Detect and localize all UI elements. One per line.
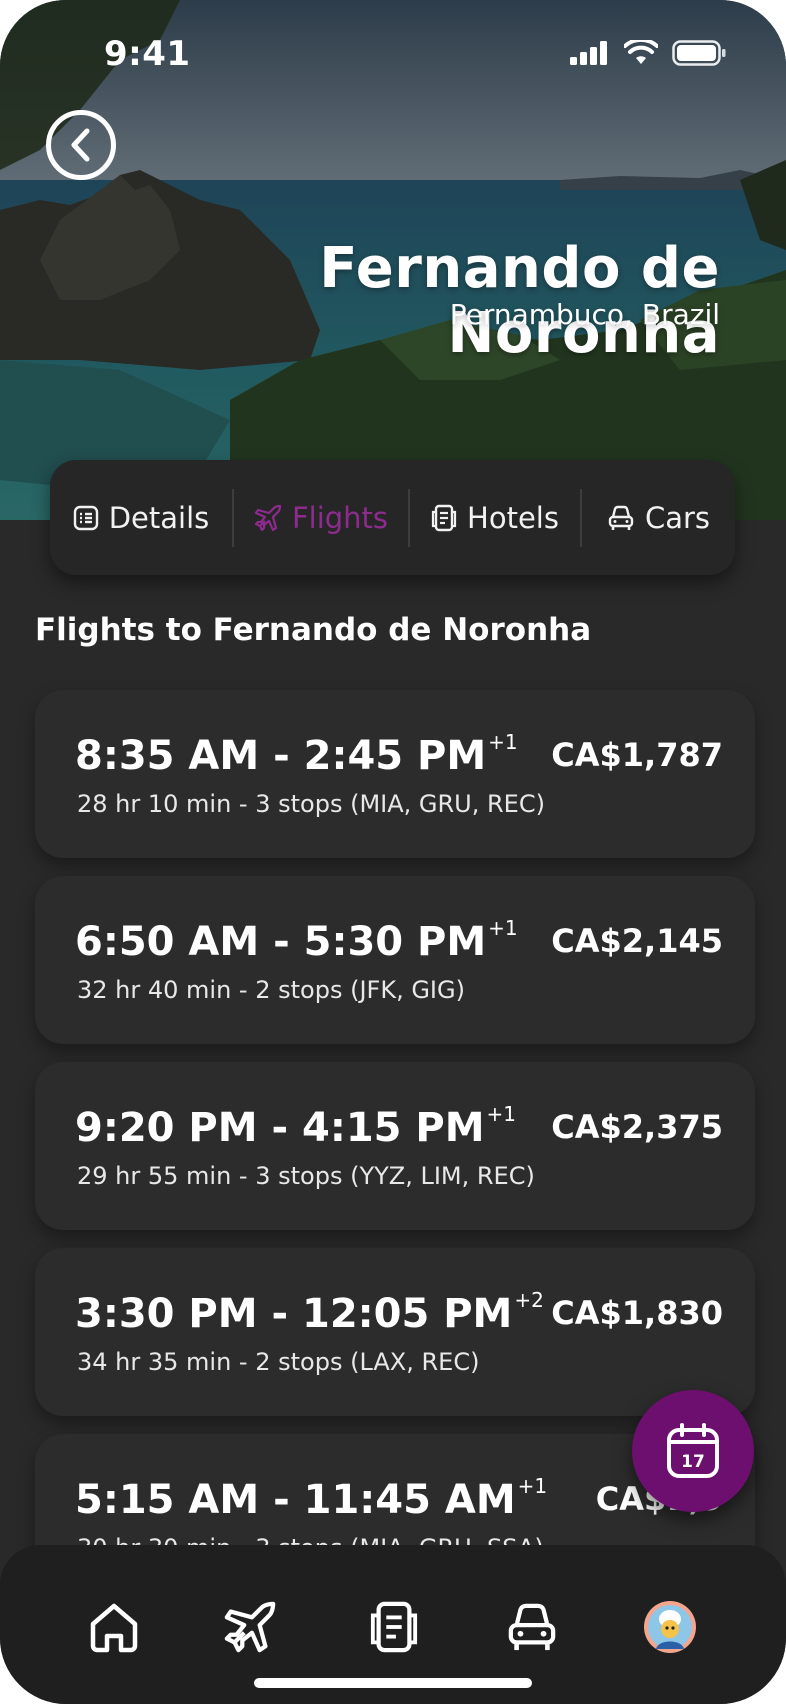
flight-times: 3:30 PM - 12:05 PM +2: [75, 1288, 544, 1337]
car-icon: [608, 505, 634, 530]
nav-flights[interactable]: [218, 1595, 282, 1659]
flight-times: 9:20 PM - 4:15 PM +1: [75, 1102, 516, 1151]
hotel-icon: [370, 1601, 418, 1653]
tab-flights-label: Flights: [291, 500, 389, 535]
category-tabs: Details Flights Hotels Cars: [50, 460, 735, 575]
day-offset: +1: [488, 916, 518, 940]
flight-price: CA$2,375: [551, 1108, 723, 1146]
day-offset: +2: [514, 1288, 544, 1312]
flight-price: CA$2,145: [551, 922, 723, 960]
flight-details: 32 hr 40 min - 2 stops (JFK, GIG): [77, 976, 465, 1004]
tab-flights[interactable]: Flights: [234, 460, 408, 575]
back-button[interactable]: [46, 110, 116, 180]
flight-card[interactable]: 6:50 AM - 5:30 PM +1 32 hr 40 min - 2 sto…: [35, 876, 755, 1044]
nav-profile[interactable]: [638, 1595, 702, 1659]
status-icons: [570, 40, 726, 66]
section-title: Flights to Fernando de Noronha: [35, 612, 592, 648]
avatar: [644, 1601, 696, 1653]
day-offset: +1: [486, 1102, 517, 1126]
day-offset: +1: [488, 730, 518, 754]
flight-price: CA$1,787: [551, 736, 723, 774]
phone-screen: 9:41 Fernando de Noronha Pernambuco, Bra…: [0, 0, 786, 1704]
status-time: 9:41: [104, 34, 191, 74]
calendar-day: 17: [681, 1452, 705, 1472]
home-icon: [90, 1603, 138, 1653]
tab-cars-label: Cars: [644, 500, 711, 535]
chevron-left-icon: [71, 128, 90, 162]
tab-cars[interactable]: Cars: [582, 460, 735, 575]
flight-time-range: 8:35 AM - 2:45 PM: [75, 733, 487, 779]
flight-times: 5:15 AM - 11:45 AM +1: [75, 1474, 547, 1523]
nav-hotels[interactable]: [362, 1595, 426, 1659]
tab-details[interactable]: Details: [50, 460, 232, 575]
tab-hotels[interactable]: Hotels: [410, 460, 580, 575]
plane-icon: [224, 1601, 276, 1653]
battery-icon: [672, 40, 726, 66]
nav-cars[interactable]: [500, 1595, 564, 1659]
hotel-icon: [431, 504, 457, 531]
plane-icon: [254, 504, 282, 531]
list-icon: [73, 505, 98, 530]
flight-details: 29 hr 55 min - 3 stops (YYZ, LIM, REC): [77, 1162, 535, 1190]
tab-details-label: Details: [108, 500, 210, 535]
wifi-icon: [624, 40, 658, 64]
car-icon: [508, 1603, 556, 1651]
calendar-icon: 17: [667, 1423, 719, 1478]
flight-details: 28 hr 10 min - 3 stops (MIA, GRU, REC): [77, 790, 545, 818]
flight-times: 6:50 AM - 5:30 PM +1: [75, 916, 518, 965]
flight-time-range: 9:20 PM - 4:15 PM: [75, 1105, 485, 1151]
flight-card[interactable]: 8:35 AM - 2:45 PM +1 28 hr 10 min - 3 sto…: [35, 690, 755, 858]
flight-details: 34 hr 35 min - 2 stops (LAX, REC): [77, 1348, 480, 1376]
flight-times: 8:35 AM - 2:45 PM +1: [75, 730, 518, 779]
destination-subtitle: Pernambuco, Brazil: [449, 298, 720, 331]
home-indicator[interactable]: [254, 1678, 532, 1688]
flight-price: CA$1,830: [551, 1294, 723, 1332]
flight-time-range: 3:30 PM - 12:05 PM: [75, 1291, 513, 1337]
signal-icon: [570, 41, 607, 65]
day-offset: +1: [517, 1474, 548, 1498]
nav-home[interactable]: [82, 1595, 146, 1659]
calendar-button[interactable]: 17: [632, 1390, 754, 1512]
flight-time-range: 6:50 AM - 5:30 PM: [75, 919, 487, 965]
flight-time-range: 5:15 AM - 11:45 AM: [75, 1477, 516, 1523]
tab-hotels-label: Hotels: [467, 500, 559, 535]
flight-card[interactable]: 9:20 PM - 4:15 PM +1 29 hr 55 min - 3 sto…: [35, 1062, 755, 1230]
flight-card[interactable]: 3:30 PM - 12:05 PM +2 34 hr 35 min - 2 st…: [35, 1248, 755, 1416]
